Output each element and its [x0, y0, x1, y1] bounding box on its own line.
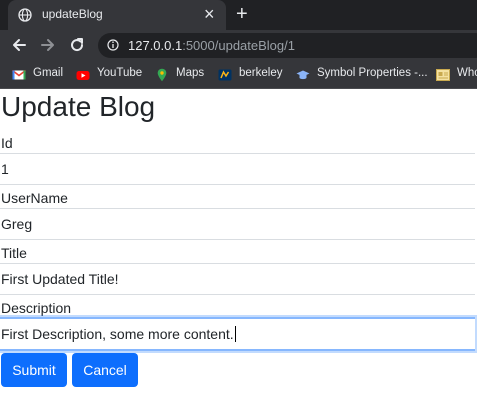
- new-tab-icon[interactable]: +: [236, 3, 248, 25]
- username-field[interactable]: Greg: [0, 208, 475, 240]
- globe-icon: [18, 8, 32, 22]
- description-text: First Description, some more content.: [1, 326, 234, 342]
- url-text: 127.0.0.1:5000/updateBlog/1: [128, 38, 295, 53]
- bookmark-label: Who: [457, 67, 477, 79]
- title-label: Title: [1, 245, 27, 261]
- page-title: Update Blog: [1, 91, 156, 122]
- graduation-cap-icon: [296, 70, 310, 80]
- username-value: Greg: [1, 216, 33, 232]
- bookmark-label: YouTube: [97, 67, 143, 79]
- title-field[interactable]: First Updated Title!: [0, 263, 475, 295]
- bookmark-label: berkeley: [239, 67, 283, 79]
- description-label: Description: [1, 300, 72, 316]
- bookmark-label: Maps: [176, 67, 205, 79]
- bookmark-label: Gmail: [33, 67, 64, 79]
- cancel-button[interactable]: Cancel: [72, 353, 138, 387]
- berkeley-icon: [218, 69, 232, 81]
- page-content: Update Blog Id 1 UserName Greg Title Fir…: [0, 89, 477, 406]
- browser-tab[interactable]: updateBlog ×: [8, 0, 226, 30]
- username-label: UserName: [1, 190, 68, 206]
- close-tab-icon[interactable]: ×: [204, 4, 215, 24]
- gmail-icon: [12, 69, 26, 80]
- tab-title: updateBlog: [42, 7, 103, 21]
- back-arrow-icon[interactable]: [9, 35, 29, 55]
- address-bar[interactable]: 127.0.0.1:5000/updateBlog/1: [98, 33, 477, 58]
- browser-toolbar: 127.0.0.1:5000/updateBlog/1: [0, 30, 477, 61]
- text-caret: [234, 326, 236, 342]
- bookmarks-bar: Gmail YouTube Maps berkeley Symbol Prope…: [0, 61, 477, 89]
- forward-arrow-icon[interactable]: [38, 35, 58, 55]
- title-value: First Updated Title!: [1, 271, 119, 287]
- folder-icon: [436, 69, 450, 81]
- id-field[interactable]: 1: [0, 153, 475, 185]
- submit-button[interactable]: Submit: [1, 353, 67, 387]
- description-value: First Description, some more content.: [1, 326, 236, 342]
- bookmark-label: Symbol Properties -...: [317, 67, 428, 79]
- reload-icon[interactable]: [67, 35, 87, 55]
- info-icon[interactable]: [107, 39, 119, 51]
- tab-strip: updateBlog × +: [0, 0, 477, 30]
- id-value: 1: [1, 161, 9, 177]
- url-path: :5000/updateBlog/1: [182, 38, 295, 53]
- description-field[interactable]: First Description, some more content.: [0, 317, 475, 351]
- maps-icon: [157, 68, 167, 82]
- url-host: 127.0.0.1: [128, 38, 183, 53]
- youtube-icon: [76, 71, 90, 80]
- id-label: Id: [1, 135, 13, 151]
